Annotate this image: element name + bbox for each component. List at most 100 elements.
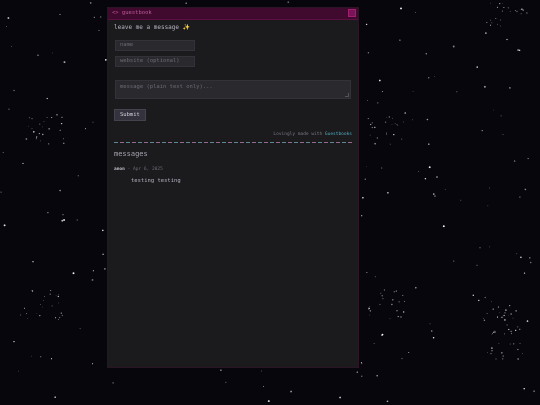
star: [263, 386, 264, 387]
star: [386, 132, 388, 134]
star: [366, 272, 368, 274]
star: [506, 38, 508, 41]
star: [490, 2, 491, 4]
star: [91, 278, 94, 281]
star: [494, 330, 496, 332]
star: [517, 358, 519, 360]
star: [434, 76, 435, 77]
star: [403, 300, 405, 302]
star: [495, 358, 497, 360]
guestbooks-link[interactable]: Guestbooks: [325, 132, 352, 137]
star: [502, 2, 503, 4]
message-textarea[interactable]: message (plain text only)...: [115, 80, 351, 99]
star: [33, 131, 35, 133]
star: [40, 356, 42, 358]
resize-handle-icon[interactable]: [345, 93, 349, 97]
star: [381, 167, 383, 169]
star: [50, 289, 52, 292]
star: [46, 97, 48, 100]
star: [387, 191, 389, 194]
star: [411, 119, 413, 121]
star: [43, 300, 45, 301]
star: [395, 290, 397, 292]
message-body: testing testing: [131, 178, 181, 184]
star: [23, 307, 25, 309]
star: [112, 382, 114, 384]
star: [362, 196, 364, 199]
star: [260, 370, 262, 372]
star: [367, 118, 369, 120]
star: [402, 294, 404, 296]
star: [393, 133, 395, 136]
star: [424, 177, 427, 180]
star: [26, 318, 28, 319]
star: [415, 286, 417, 289]
form-prompt: leave me a message ✨: [114, 24, 191, 31]
star: [487, 205, 489, 207]
window-titlebar[interactable]: <> guestbook: [108, 8, 358, 20]
star: [489, 24, 492, 26]
star: [32, 260, 34, 263]
star: [483, 85, 486, 88]
star: [77, 175, 79, 177]
star: [522, 353, 523, 354]
star: [478, 299, 480, 302]
star: [22, 162, 24, 164]
star: [444, 189, 446, 191]
star: [51, 305, 53, 307]
star: [28, 117, 30, 119]
star: [436, 176, 438, 178]
star: [513, 160, 516, 162]
star: [512, 317, 514, 319]
star: [378, 79, 381, 82]
star: [498, 342, 500, 344]
star: [517, 49, 519, 51]
star: [476, 264, 478, 266]
star: [489, 246, 490, 248]
star: [400, 7, 402, 10]
star: [519, 196, 521, 198]
star: [431, 330, 433, 332]
star: [376, 374, 379, 377]
star: [366, 166, 368, 167]
star: [384, 121, 387, 123]
star: [26, 313, 28, 315]
star: [499, 2, 501, 5]
website-input[interactable]: website (optional): [115, 56, 195, 67]
star: [393, 291, 395, 293]
star: [39, 140, 41, 142]
star: [54, 396, 57, 399]
name-input[interactable]: name: [115, 40, 195, 51]
star: [428, 143, 430, 145]
star: [92, 270, 95, 272]
message-meta: anon - Apr 6, 2025: [114, 167, 163, 172]
star: [505, 309, 507, 311]
star: [509, 343, 511, 345]
star: [369, 305, 371, 307]
star: [49, 293, 51, 295]
star: [519, 342, 521, 344]
star: [371, 127, 373, 129]
star: [510, 313, 512, 315]
star: [486, 313, 488, 314]
star: [44, 296, 45, 297]
close-icon[interactable]: [348, 9, 356, 17]
submit-button[interactable]: Submit: [114, 109, 146, 121]
star: [491, 333, 493, 335]
star: [481, 129, 483, 132]
star: [13, 341, 15, 343]
star: [43, 121, 45, 123]
star: [513, 343, 515, 345]
star: [63, 219, 66, 221]
star: [479, 247, 481, 249]
star: [36, 312, 38, 314]
message-author: anon: [114, 167, 125, 172]
star: [476, 66, 478, 68]
star: [56, 113, 58, 116]
star: [526, 320, 529, 322]
star: [401, 138, 403, 140]
star: [185, 2, 187, 4]
star: [493, 331, 495, 333]
star: [379, 303, 381, 306]
star: [433, 193, 435, 195]
